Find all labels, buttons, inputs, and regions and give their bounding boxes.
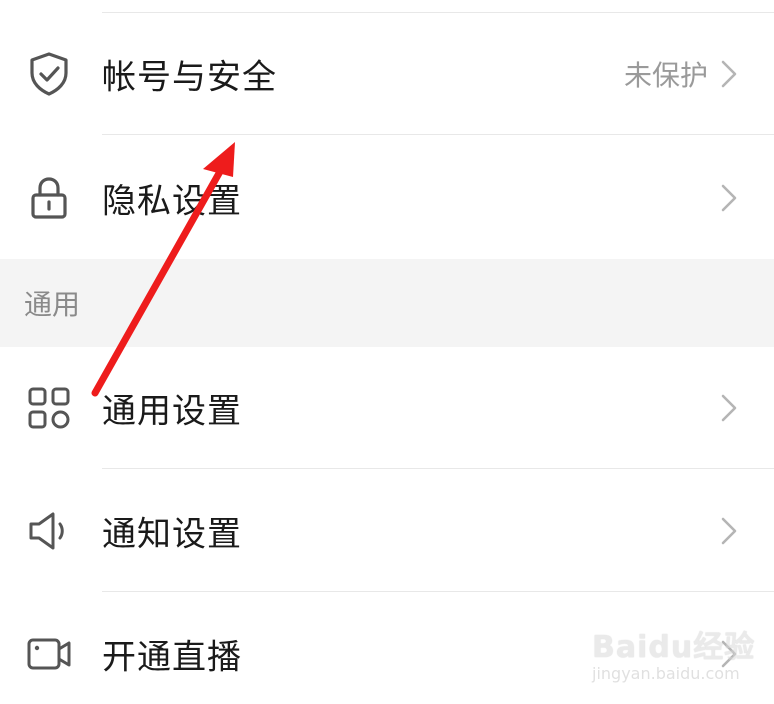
section-title: 通用 xyxy=(24,288,81,321)
settings-row-notifications[interactable]: 通知设置 xyxy=(0,470,774,592)
settings-row-label: 帐号与安全 xyxy=(102,57,277,98)
chevron-right-icon xyxy=(718,516,740,546)
video-camera-icon xyxy=(24,629,74,679)
watermark-url: jingyan.baidu.com xyxy=(592,664,740,683)
chevron-right-icon xyxy=(718,183,740,213)
settings-row-privacy[interactable]: 隐私设置 xyxy=(0,137,774,259)
row-divider xyxy=(102,468,774,469)
chevron-right-icon xyxy=(718,59,740,89)
watermark-brand: Baidu经验 xyxy=(592,630,756,665)
settings-row-label: 开通直播 xyxy=(102,637,242,678)
protection-status-value: 未保护 xyxy=(623,59,708,92)
baidu-jingyan-watermark: Baidu经验 jingyan.baidu.com xyxy=(592,620,762,696)
settings-row-label: 通用设置 xyxy=(102,391,242,432)
settings-row-general[interactable]: 通用设置 xyxy=(0,347,774,469)
settings-row-account-security[interactable]: 帐号与安全 未保护 xyxy=(0,13,774,135)
shield-check-icon xyxy=(24,49,74,99)
row-divider xyxy=(102,591,774,592)
settings-page: 帐号与安全 未保护 隐私设置 通用 通用设置 通知设置 开通直播 Baidu经验… xyxy=(0,0,774,704)
row-divider xyxy=(102,134,774,135)
grid-icon xyxy=(24,383,74,433)
section-header-general: 通用 xyxy=(0,259,774,347)
settings-row-label: 通知设置 xyxy=(102,514,242,555)
lock-icon xyxy=(24,173,74,223)
settings-row-label: 隐私设置 xyxy=(102,181,242,222)
speaker-icon xyxy=(24,506,74,556)
chevron-right-icon xyxy=(718,393,740,423)
